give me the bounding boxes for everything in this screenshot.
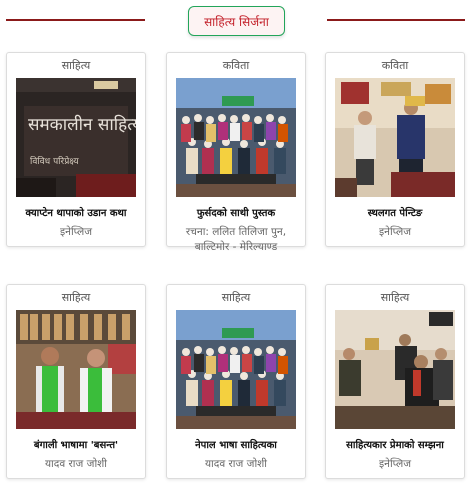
card-thumbnail[interactable] <box>176 310 296 429</box>
meeting-photo-image <box>335 310 455 429</box>
card-title[interactable]: बंगाली भाषामा 'बसन्त' <box>11 437 141 451</box>
article-card[interactable]: साहित्य समकालीन साहित्य विविध परिप्रेक्ष… <box>6 52 146 247</box>
card-category[interactable]: कविता <box>167 56 305 76</box>
cover-subtitle: विविध परिप्रेक्ष्य <box>30 155 79 167</box>
card-author: रचना: ललित तिलिजा पुन, बाल्टिमोर - मेरिल… <box>185 226 287 253</box>
card-title[interactable]: फुर्सदको साथी पुस्तक <box>171 205 301 219</box>
card-author: यादव राज जोशी <box>204 458 268 470</box>
card-title[interactable]: क्याप्टेन थापाको उडान कथा <box>11 205 141 219</box>
article-card[interactable]: कविता स्थलगत पेन्टिङ इनेप्लिज <box>325 52 465 247</box>
group-photo-image <box>176 310 296 429</box>
card-author: यादव राज जोशी <box>44 458 108 470</box>
card-title[interactable]: नेपाल भाषा साहित्यका <box>171 437 301 451</box>
article-card[interactable]: साहित्य नेपाल भाषा साहित्यका यादव राज जो… <box>166 284 306 479</box>
card-category[interactable]: साहित्य <box>326 288 464 308</box>
card-thumbnail[interactable]: समकालीन साहित्य विविध परिप्रेक्ष्य <box>16 78 136 197</box>
group-photo-image <box>176 78 296 197</box>
card-title[interactable]: साहित्यकार प्रेमाको सम्झना <box>330 437 460 451</box>
card-category[interactable]: कविता <box>326 56 464 76</box>
article-card[interactable]: साहित्य साहित्यकार प्रेमाको सम्झना इनेप्… <box>325 284 465 479</box>
card-title[interactable]: स्थलगत पेन्टिङ <box>330 205 460 219</box>
header-rule-left <box>6 19 145 21</box>
card-author: इनेप्लिज <box>59 226 93 238</box>
card-thumbnail[interactable] <box>176 78 296 197</box>
card-category[interactable]: साहित्य <box>167 288 305 308</box>
award-photo-image <box>335 78 455 197</box>
section-header: साहित्य सिर्जना <box>0 0 471 40</box>
card-thumbnail[interactable] <box>16 310 136 429</box>
article-card[interactable]: कविता फुर्सदको साथी पुस्तक रचना: ललित ति… <box>166 52 306 253</box>
article-card[interactable]: साहित्य बंगाली भाषामा 'बसन्त' यादव राज ज… <box>6 284 146 479</box>
felicitation-photo-image <box>16 310 136 429</box>
header-rule-right <box>326 19 465 21</box>
card-author: इनेप्लिज <box>378 226 412 238</box>
card-author: इनेप्लिज <box>378 458 412 470</box>
section-title[interactable]: साहित्य सिर्जना <box>188 6 285 36</box>
cover-title: समकालीन साहित्य <box>28 114 136 135</box>
card-thumbnail[interactable] <box>335 78 455 197</box>
card-thumbnail[interactable] <box>335 310 455 429</box>
card-category[interactable]: साहित्य <box>7 288 145 308</box>
card-category[interactable]: साहित्य <box>7 56 145 76</box>
book-cover-image: समकालीन साहित्य विविध परिप्रेक्ष्य <box>16 78 136 197</box>
